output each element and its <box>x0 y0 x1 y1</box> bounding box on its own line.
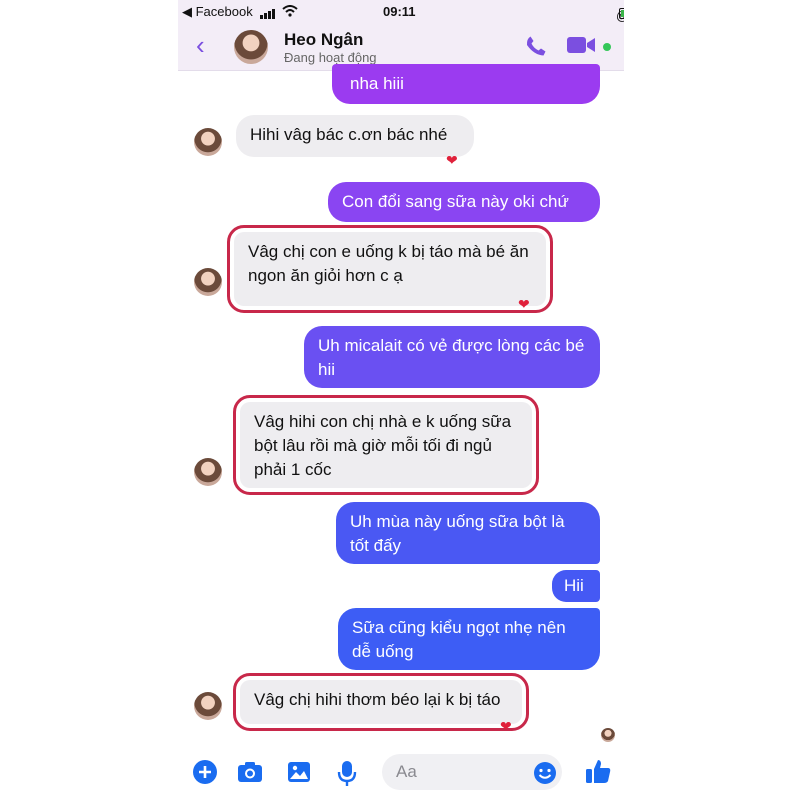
signal-icon <box>260 4 276 19</box>
message-text: Uh micalait có vẻ được lòng các bé hii <box>318 336 585 379</box>
sender-avatar[interactable] <box>194 458 222 486</box>
battery-icon <box>619 8 624 19</box>
message-text: Hii <box>564 576 584 595</box>
heart-reaction-icon: ❤ <box>500 718 512 734</box>
contact-name[interactable]: Heo Ngân <box>284 30 363 50</box>
status-app-label: ◀ Facebook <box>182 4 253 19</box>
sender-avatar[interactable] <box>194 128 222 156</box>
phone-call-icon[interactable] <box>524 34 548 58</box>
message-outgoing[interactable]: Con đổi sang sữa này oki chứ <box>328 182 600 222</box>
heart-reaction-icon: ❤ <box>518 296 530 312</box>
contact-active-status: Đang hoạt động <box>284 50 377 65</box>
message-text: Uh mùa này uống sữa bột là tốt đấy <box>350 512 565 555</box>
message-input-placeholder: Aa <box>396 762 417 781</box>
message-text: nha hiii <box>350 74 404 93</box>
seen-receipt-avatar <box>601 728 615 742</box>
video-call-icon[interactable] <box>566 34 596 56</box>
message-incoming-highlighted[interactable]: Vâg chị con e uống k bị táo mà bé ăn ngo… <box>227 225 553 313</box>
emoji-icon[interactable] <box>533 761 557 785</box>
message-outgoing[interactable]: nha hiii <box>332 64 600 104</box>
thumbs-up-icon[interactable] <box>584 757 612 785</box>
photo-gallery-icon[interactable] <box>286 759 312 785</box>
heart-reaction-icon: ❤ <box>446 152 458 168</box>
message-outgoing[interactable]: Uh micalait có vẻ được lòng các bé hii <box>304 326 600 388</box>
message-outgoing[interactable]: Sữa cũng kiểu ngọt nhẹ nên dễ uống <box>338 608 600 670</box>
microphone-icon[interactable] <box>336 759 358 787</box>
status-bar: ◀ Facebook 09:11 @ 58% <box>178 0 624 38</box>
message-text: Con đổi sang sữa này oki chứ <box>342 192 569 211</box>
message-incoming[interactable]: Hihi vâg bác c.ơn bác nhé <box>236 115 474 157</box>
message-text: Sữa cũng kiểu ngọt nhẹ nên dễ uống <box>352 618 566 661</box>
message-composer: Aa <box>178 748 624 800</box>
message-outgoing[interactable]: Hii <box>552 570 600 602</box>
sender-avatar[interactable] <box>194 268 222 296</box>
contact-avatar[interactable] <box>234 30 268 64</box>
message-text: Vâg chị con e uống k bị táo mà bé ăn ngo… <box>248 242 529 285</box>
messenger-screen: ◀ Facebook 09:11 @ 58% ‹ Heo Ngân Đang h… <box>178 0 624 800</box>
message-text: Vâg hihi con chị nhà e k uống sữa bột lâ… <box>254 412 512 479</box>
message-incoming-highlighted[interactable]: Vâg hihi con chị nhà e k uống sữa bột lâ… <box>233 395 539 495</box>
status-time: 09:11 <box>383 4 416 19</box>
message-text: Hihi vâg bác c.ơn bác nhé <box>250 125 448 144</box>
plus-icon[interactable] <box>192 759 218 785</box>
camera-icon[interactable] <box>236 759 264 785</box>
message-outgoing[interactable]: Uh mùa này uống sữa bột là tốt đấy <box>336 502 600 564</box>
sender-avatar[interactable] <box>194 692 222 720</box>
back-chevron-icon[interactable]: ‹ <box>196 32 205 58</box>
message-text: Vâg chị hihi thơm béo lại k bị táo <box>254 690 501 709</box>
online-indicator <box>603 43 611 51</box>
wifi-icon <box>282 5 298 17</box>
message-incoming-highlighted[interactable]: Vâg chị hihi thơm béo lại k bị táo <box>233 673 529 731</box>
